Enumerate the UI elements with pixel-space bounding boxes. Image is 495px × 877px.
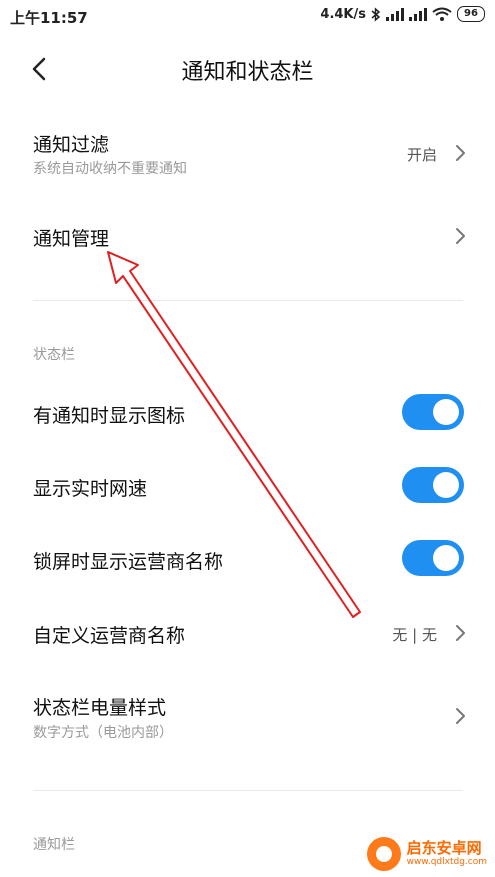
show-icon-on-notification-title: 有通知时显示图标 [33, 405, 186, 427]
watermark-text: 启东安卓网 [406, 839, 482, 857]
show-icon-on-notification-row[interactable]: 有通知时显示图标 [0, 388, 495, 438]
notification-filter-row[interactable]: 通知过滤 系统自动收纳不重要通知 开启 [0, 120, 495, 196]
custom-carrier-name-title: 自定义运营商名称 [33, 625, 186, 647]
toggle-knob [433, 545, 459, 571]
battery-style-row[interactable]: 状态栏电量样式 数字方式（电池内部） [0, 680, 495, 756]
divider [33, 790, 463, 791]
notification-manage-title: 通知管理 [33, 228, 110, 250]
status-bar-section-label: 状态栏 [33, 347, 75, 363]
show-net-speed-row[interactable]: 显示实时网速 [0, 461, 495, 511]
show-net-speed-title: 显示实时网速 [33, 478, 148, 500]
header: 通知和状态栏 [0, 44, 495, 94]
notification-filter-subtitle: 系统自动收纳不重要通知 [33, 161, 187, 177]
battery-icon: 96 [457, 6, 485, 22]
signal-icon-2 [409, 7, 427, 21]
custom-carrier-name-row[interactable]: 自定义运营商名称 无 | 无 [0, 608, 495, 658]
toggle-knob [433, 399, 459, 425]
net-speed: 4.4K/s [320, 6, 366, 22]
watermark-logo-icon [366, 837, 401, 871]
chevron-right-icon [456, 145, 465, 161]
notification-bar-section-label: 通知栏 [33, 837, 75, 853]
battery-style-subtitle: 数字方式（电池内部） [33, 725, 173, 741]
show-carrier-lockscreen-toggle[interactable] [402, 540, 464, 576]
notification-filter-value: 开启 [406, 146, 437, 164]
divider [33, 300, 463, 301]
wifi-icon [432, 7, 452, 21]
chevron-right-icon [456, 625, 465, 641]
bluetooth-icon [371, 6, 381, 22]
notification-filter-title: 通知过滤 [33, 134, 110, 156]
status-icons: 4.4K/s 96 [320, 6, 485, 22]
status-time: 上午11:57 [10, 9, 88, 27]
show-carrier-lockscreen-row[interactable]: 锁屏时显示运营商名称 [0, 534, 495, 584]
chevron-right-icon [456, 708, 465, 724]
chevron-right-icon [456, 228, 465, 244]
toggle-knob [433, 472, 459, 498]
watermark-url: www.qdlxtdg.com [406, 857, 487, 867]
notification-manage-row[interactable]: 通知管理 [0, 210, 495, 266]
status-bar: 上午11:57 4.4K/s 96 [0, 0, 495, 32]
page-title: 通知和状态栏 [181, 60, 314, 85]
battery-style-title: 状态栏电量样式 [33, 697, 167, 719]
show-carrier-lockscreen-title: 锁屏时显示运营商名称 [33, 551, 224, 573]
custom-carrier-name-value: 无 | 无 [392, 626, 437, 644]
signal-icon-1 [386, 7, 404, 21]
watermark: 启东安卓网 www.qdlxtdg.com [366, 837, 487, 871]
show-net-speed-toggle[interactable] [402, 467, 464, 503]
show-icon-on-notification-toggle[interactable] [402, 394, 464, 430]
